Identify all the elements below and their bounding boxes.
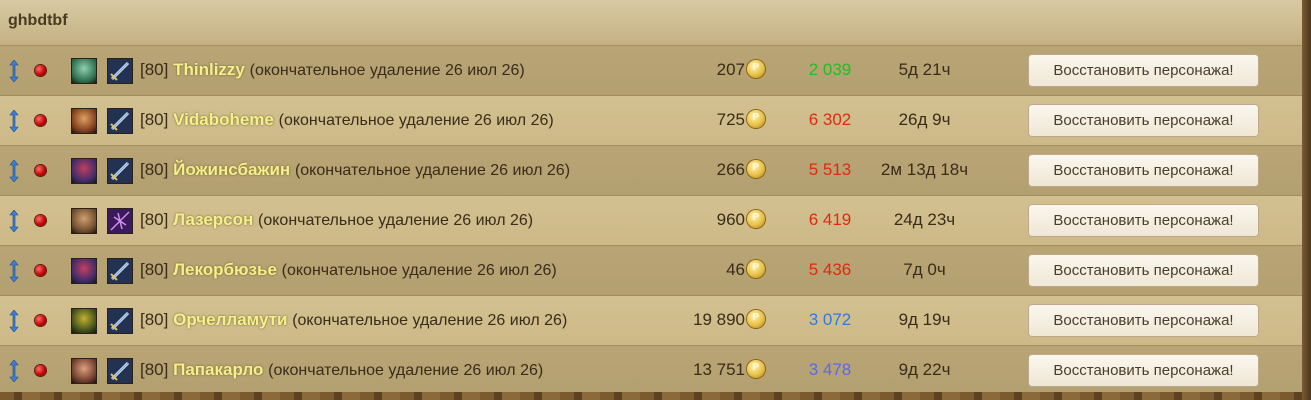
- character-rating: 3 478: [808, 360, 852, 379]
- character-level: [80]: [140, 160, 169, 179]
- warrior-sword-icon: [107, 58, 133, 84]
- character-rating: 5 513: [808, 160, 852, 179]
- character-row: [80] Орчелламути (окончательное удаление…: [0, 296, 1302, 346]
- gold-amount: 207: [716, 60, 745, 79]
- character-name[interactable]: Лазерсон: [173, 210, 253, 229]
- drag-sort-icon[interactable]: [9, 259, 19, 283]
- undead-female-portrait-icon: [71, 58, 97, 84]
- deleted-characters-panel: ghbdtbf [80] Thinlizzy (окончательное уд…: [0, 0, 1302, 400]
- restore-character-button[interactable]: Восстановить персонажа!: [1028, 204, 1259, 237]
- played-time: 26д 9ч: [898, 110, 951, 129]
- character-rating: 3 072: [808, 310, 852, 329]
- character-row: [80] Папакарло (окончательное удаление 2…: [0, 346, 1302, 396]
- character-row: [80] Лекорбюзье (окончательное удаление …: [0, 246, 1302, 296]
- blood-elf-portrait-icon: [71, 258, 97, 284]
- deletion-date: (окончательное удаление 26 июл 26): [249, 62, 525, 79]
- played-time: 2м 13д 18ч: [880, 160, 969, 179]
- drag-sort-icon[interactable]: [9, 309, 19, 333]
- character-name[interactable]: Лекорбюзье: [173, 260, 277, 279]
- character-level: [80]: [140, 110, 169, 129]
- character-row: [80] Лазерсон (окончательное удаление 26…: [0, 196, 1302, 246]
- warrior-sword-icon: [107, 108, 133, 134]
- gold-coin-icon: [747, 160, 765, 178]
- character-rating: 2 039: [808, 60, 852, 79]
- gold-amount: 960: [716, 210, 745, 229]
- drag-sort-icon[interactable]: [9, 159, 19, 183]
- deletion-date: (окончательное удаление 26 июл 26): [294, 162, 571, 179]
- character-name[interactable]: Thinlizzy: [173, 60, 245, 79]
- panel-header: ghbdtbf: [0, 0, 1302, 46]
- drag-sort-icon[interactable]: [9, 209, 19, 233]
- gold-coin-icon: [747, 210, 765, 228]
- gold-coin-icon: [747, 260, 765, 278]
- offline-status-icon: [35, 315, 46, 326]
- character-name[interactable]: Vidaboheme: [173, 110, 274, 129]
- character-row: [80] Vidaboheme (окончательное удаление …: [0, 96, 1302, 146]
- offline-status-icon: [35, 165, 46, 176]
- character-level: [80]: [140, 360, 169, 379]
- played-time: 9д 19ч: [898, 310, 951, 329]
- deletion-date: (окончательное удаление 26 июл 26): [258, 212, 534, 229]
- played-time: 7д 0ч: [903, 260, 946, 279]
- restore-character-button[interactable]: Восстановить персонажа!: [1028, 304, 1259, 337]
- restore-character-button[interactable]: Восстановить персонажа!: [1028, 254, 1259, 287]
- restore-character-button[interactable]: Восстановить персонажа!: [1028, 104, 1259, 137]
- character-row: [80] Thinlizzy (окончательное удаление 2…: [0, 46, 1302, 96]
- decorative-border: [0, 392, 1302, 400]
- decorative-frame-edge: [1302, 0, 1311, 400]
- deletion-date: (окончательное удаление 26 июл 26): [292, 312, 568, 329]
- offline-status-icon: [35, 115, 46, 126]
- drag-sort-icon[interactable]: [9, 59, 19, 83]
- warrior-sword-icon: [107, 258, 133, 284]
- warrior-sword-icon: [107, 308, 133, 334]
- restore-character-button[interactable]: Восстановить персонажа!: [1028, 54, 1259, 87]
- deletion-date: (окончательное удаление 26 июл 26): [278, 112, 554, 129]
- drag-sort-icon[interactable]: [9, 359, 19, 383]
- offline-status-icon: [35, 265, 46, 276]
- character-list: [80] Thinlizzy (окончательное удаление 2…: [0, 46, 1302, 396]
- character-name[interactable]: Йожинсбажин: [173, 160, 290, 179]
- character-level: [80]: [140, 260, 169, 279]
- shadow-spell-icon: [107, 208, 133, 234]
- pandaren-portrait-icon: [71, 108, 97, 134]
- warrior-sword-icon: [107, 158, 133, 184]
- gold-amount: 46: [726, 260, 745, 279]
- offline-status-icon: [35, 365, 46, 376]
- character-level: [80]: [140, 310, 169, 329]
- restore-character-button[interactable]: Восстановить персонажа!: [1028, 154, 1259, 187]
- gold-coin-icon: [747, 60, 765, 78]
- played-time: 5д 21ч: [898, 60, 951, 79]
- character-level: [80]: [140, 60, 169, 79]
- gold-coin-icon: [747, 310, 765, 328]
- gold-coin-icon: [747, 110, 765, 128]
- played-time: 9д 22ч: [898, 360, 951, 379]
- restore-character-button[interactable]: Восстановить персонажа!: [1028, 354, 1259, 387]
- character-rating: 6 302: [808, 110, 852, 129]
- account-name: ghbdtbf: [8, 12, 68, 29]
- offline-status-icon: [35, 65, 46, 76]
- gnome-portrait-icon: [71, 358, 97, 384]
- character-rating: 5 436: [808, 260, 852, 279]
- played-time: 24д 23ч: [893, 210, 956, 229]
- blood-elf-portrait-icon: [71, 158, 97, 184]
- gold-amount: 725: [716, 110, 745, 129]
- gold-coin-icon: [747, 360, 765, 378]
- warrior-sword-icon: [107, 358, 133, 384]
- character-name[interactable]: Папакарло: [173, 360, 263, 379]
- drag-sort-icon[interactable]: [9, 109, 19, 133]
- offline-status-icon: [35, 215, 46, 226]
- human-female-portrait-icon: [71, 208, 97, 234]
- deletion-date: (окончательное удаление 26 июл 26): [268, 362, 544, 379]
- deletion-date: (окончательное удаление 26 июл 26): [281, 262, 557, 279]
- character-rating: 6 419: [808, 210, 852, 229]
- character-row: [80] Йожинсбажин (окончательное удаление…: [0, 146, 1302, 196]
- gold-amount: 19 890: [693, 310, 745, 329]
- gold-amount: 266: [716, 160, 745, 179]
- character-name[interactable]: Орчелламути: [173, 310, 287, 329]
- character-level: [80]: [140, 210, 169, 229]
- gold-amount: 13 751: [693, 360, 745, 379]
- troll-portrait-icon: [71, 308, 97, 334]
